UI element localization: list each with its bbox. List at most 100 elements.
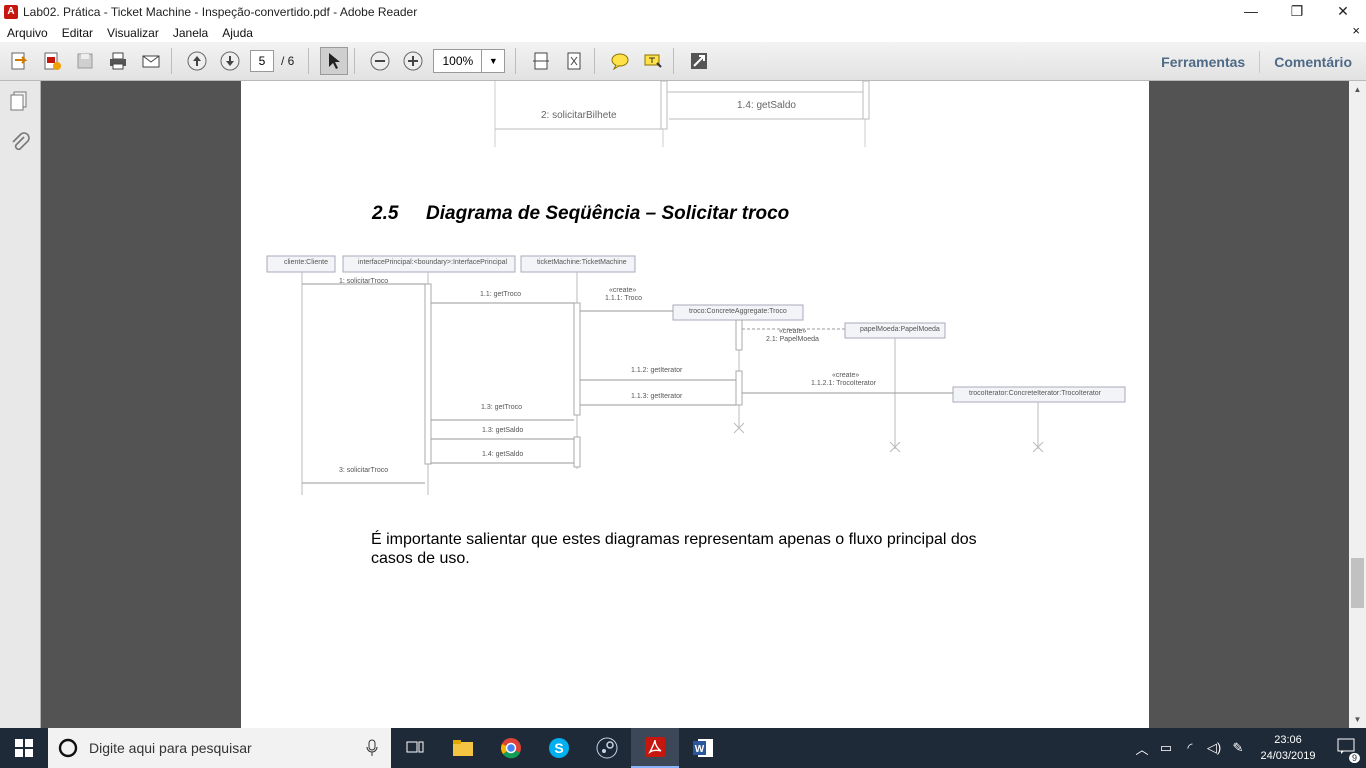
skype-button[interactable]: S (535, 728, 583, 768)
restore-button[interactable]: ❐ (1274, 0, 1320, 23)
export-pdf-icon (44, 52, 61, 70)
zoom-out-button[interactable] (366, 47, 394, 75)
close-button[interactable]: ✕ (1320, 0, 1366, 23)
cursor-icon (329, 53, 341, 69)
chevron-down-icon[interactable]: ▼ (482, 50, 504, 72)
adobe-reader-taskbar-button[interactable] (631, 728, 679, 768)
wifi-icon[interactable]: ◜ (1178, 740, 1202, 756)
toolbar-divider (673, 48, 675, 74)
minimize-button[interactable]: — (1228, 0, 1274, 23)
pdf-page: 1.4: getSaldo 2: solicitarBilhete 2.5 Dia… (241, 81, 1149, 728)
lifeline-label: cliente:Cliente (284, 259, 328, 266)
select-tool-button[interactable] (320, 47, 349, 75)
create-pdf-button[interactable] (5, 47, 33, 75)
navigation-pane (0, 81, 41, 728)
system-tray: ︿ ▭ ◜ ◁) ✎ 23:06 24/03/2019 9 (1130, 728, 1366, 768)
clock[interactable]: 23:06 24/03/2019 (1250, 732, 1326, 764)
title-bar: A Lab02. Prática - Ticket Machine - Insp… (0, 0, 1366, 23)
menu-janela[interactable]: Janela (166, 26, 215, 40)
zoom-select[interactable]: 100% ▼ (433, 49, 506, 73)
window-title: Lab02. Prática - Ticket Machine - Inspeç… (23, 4, 418, 19)
svg-text:S: S (554, 740, 563, 756)
fullscreen-button[interactable] (685, 47, 713, 75)
pages-panel-button[interactable] (8, 89, 32, 113)
attachments-panel-button[interactable] (8, 131, 32, 155)
start-button[interactable] (0, 728, 48, 768)
previous-page-button[interactable] (183, 47, 211, 75)
page-total: / 6 (281, 54, 295, 68)
battery-icon[interactable]: ▭ (1154, 740, 1178, 756)
arrow-up-icon (187, 51, 207, 71)
document-view[interactable]: 1.4: getSaldo 2: solicitarBilhete 2.5 Dia… (41, 81, 1349, 728)
message-label: 1.1.3: getIterator (631, 393, 683, 400)
menu-visualizar[interactable]: Visualizar (100, 26, 166, 40)
scrollbar-thumb[interactable] (1351, 558, 1364, 608)
comment-button[interactable] (606, 47, 634, 75)
notifications-button[interactable]: 9 (1326, 738, 1366, 763)
section-number: 2.5 (372, 203, 399, 224)
vertical-scrollbar[interactable]: ▲ ▼ (1349, 81, 1366, 728)
tools-panel-button[interactable]: Ferramentas (1147, 54, 1259, 70)
section-title: Diagrama de Seqüência – Solicitar troco (426, 203, 790, 224)
message-label: 1.4: getSaldo (737, 100, 796, 111)
folder-icon (453, 740, 473, 756)
message-label: 1: solicitarTroco (339, 278, 389, 285)
email-button[interactable] (137, 47, 165, 75)
highlighter-icon (644, 54, 663, 68)
task-view-icon (406, 741, 424, 753)
file-explorer-button[interactable] (439, 728, 487, 768)
fit-page-button[interactable] (560, 47, 588, 75)
paperclip-icon (12, 132, 30, 151)
scroll-down-icon[interactable]: ▼ (1349, 711, 1366, 728)
menu-arquivo[interactable]: Arquivo (0, 26, 55, 40)
windows-logo-icon (15, 739, 33, 757)
word-button[interactable]: W (679, 728, 727, 768)
page-number-input[interactable]: 5 (250, 50, 274, 72)
arrow-down-icon (220, 51, 240, 71)
comment-panel-button[interactable]: Comentário (1260, 54, 1366, 70)
search-placeholder: Digite aqui para pesquisar (89, 740, 252, 756)
expand-icon (691, 53, 708, 69)
clock-date: 24/03/2019 (1260, 750, 1316, 762)
word-icon: W (693, 739, 713, 757)
menu-editar[interactable]: Editar (55, 26, 100, 40)
zoom-in-button[interactable] (399, 47, 427, 75)
fit-width-button[interactable] (527, 47, 555, 75)
toolbar: 5 / 6 100% ▼ Ferramentas Comentário (0, 42, 1366, 81)
toolbar-divider (171, 48, 172, 74)
chevron-up-icon[interactable]: ︿ (1130, 739, 1154, 758)
fit-page-icon (567, 52, 581, 70)
scroll-up-icon[interactable]: ▲ (1349, 81, 1366, 98)
section-heading: 2.5 Diagrama de Seqüência – Solicitar tro… (372, 203, 789, 225)
pen-icon[interactable]: ✎ (1226, 740, 1250, 756)
task-view-button[interactable] (391, 728, 439, 768)
message-label: 1.1.1: Troco (605, 295, 642, 302)
toolbar-divider (515, 48, 517, 74)
message-label: 1.1.2.1: TrocoIterator (811, 380, 876, 387)
steam-button[interactable] (583, 728, 631, 768)
speech-bubble-icon (611, 53, 629, 71)
microphone-icon[interactable] (365, 739, 379, 757)
chrome-button[interactable] (487, 728, 535, 768)
print-button[interactable] (104, 47, 132, 75)
skype-icon: S (549, 738, 569, 758)
print-icon (110, 52, 126, 70)
taskbar-search[interactable]: Digite aqui para pesquisar (48, 728, 391, 768)
zoom-value[interactable]: 100% (434, 50, 483, 72)
next-page-button[interactable] (216, 47, 244, 75)
lifeline-label: interfacePrincipal:<boundary>:InterfaceP… (358, 259, 508, 266)
chrome-icon (501, 738, 521, 759)
adobe-reader-icon: A (4, 4, 18, 19)
highlight-button[interactable] (639, 47, 667, 75)
message-label: 1.1.2: getIterator (631, 367, 683, 374)
speaker-icon[interactable]: ◁) (1202, 740, 1226, 756)
notification-icon (1337, 738, 1355, 754)
envelope-icon (142, 55, 160, 68)
save-button[interactable] (71, 47, 99, 75)
export-pdf-button[interactable] (38, 47, 66, 75)
menu-bar: Arquivo Editar Visualizar Janela Ajuda × (0, 23, 1366, 42)
menu-ajuda[interactable]: Ajuda (215, 26, 260, 40)
pages-icon (10, 91, 27, 111)
message-label: 1.3: getSaldo (482, 427, 524, 434)
menu-close-icon[interactable]: × (1352, 23, 1360, 38)
